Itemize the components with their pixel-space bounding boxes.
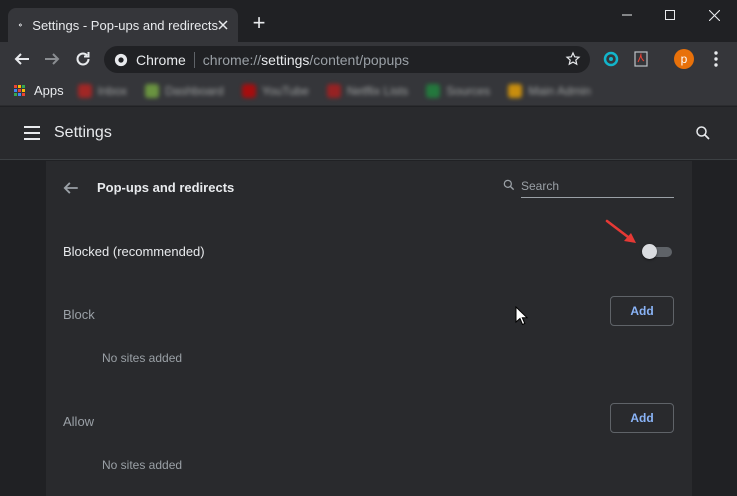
bookmark-favicon-icon: [77, 83, 92, 98]
bookmark-label: Inbox: [97, 83, 127, 98]
search-icon[interactable]: [694, 124, 712, 142]
bookmark-favicon-icon: [508, 83, 523, 98]
back-arrow-icon[interactable]: [62, 179, 80, 197]
bookmark-label: YouTube: [261, 83, 309, 98]
close-icon[interactable]: [218, 17, 228, 33]
bookmarks-bar: Apps Inbox Dashboard YouTube Netflix Lists S…: [0, 76, 737, 106]
bookmark-item[interactable]: Inbox: [77, 83, 127, 98]
profile-avatar[interactable]: p: [674, 49, 694, 69]
chrome-icon: [114, 53, 128, 66]
apps-grid-icon: [14, 85, 25, 96]
extension-icon[interactable]: [600, 48, 622, 70]
allow-empty-text: No sites added: [102, 458, 183, 472]
hamburger-icon[interactable]: [24, 126, 40, 140]
apps-shortcut[interactable]: Apps: [14, 83, 64, 98]
maximize-icon[interactable]: [655, 6, 685, 24]
bookmark-item[interactable]: Sources: [426, 83, 491, 98]
block-section-label: Block: [63, 307, 95, 322]
bookmark-item[interactable]: Main Admin: [508, 83, 591, 98]
bookmark-label: Sources: [446, 83, 491, 98]
bookmark-favicon-icon: [426, 83, 441, 98]
bookmark-favicon-icon: [326, 83, 341, 98]
bookmark-item[interactable]: Netflix Lists: [326, 83, 409, 98]
search-placeholder: Search: [521, 179, 560, 193]
annotation-arrow-icon: [605, 219, 636, 243]
toolbar: Chrome chrome://settings/content/popups …: [0, 42, 737, 76]
tab-settings[interactable]: Settings - Pop-ups and redirects: [8, 8, 238, 42]
bookmark-label: Dashboard: [165, 83, 224, 98]
bookmark-favicon-icon: [241, 83, 256, 98]
tab-title: Settings - Pop-ups and redirects: [32, 17, 218, 33]
bookmark-label: Main Admin: [528, 83, 591, 98]
forward-arrow-icon[interactable]: [40, 47, 64, 71]
blocked-label: Blocked (recommended): [63, 244, 205, 259]
pdf-extension-icon[interactable]: [630, 48, 652, 70]
more-menu-icon[interactable]: [705, 48, 727, 70]
toggle-knob: [642, 244, 657, 259]
url-text: chrome://settings/content/popups: [202, 51, 410, 68]
reload-icon[interactable]: [71, 47, 95, 71]
section-title: Pop-ups and redirects: [97, 180, 235, 195]
back-arrow-icon[interactable]: [10, 47, 34, 71]
bookmark-favicon-icon: [145, 83, 159, 98]
allow-add-button[interactable]: Add: [610, 403, 674, 433]
search-underline: [521, 197, 674, 198]
bookmark-item[interactable]: YouTube: [241, 83, 309, 98]
site-label: Chrome: [136, 51, 186, 68]
page-title: Settings: [54, 124, 112, 141]
window-close-icon[interactable]: [699, 6, 729, 24]
gear-icon: [18, 23, 22, 27]
settings-header: Settings: [0, 107, 737, 160]
bookmark-item[interactable]: Dashboard: [145, 83, 224, 98]
block-empty-text: No sites added: [102, 351, 183, 365]
block-add-button[interactable]: Add: [610, 296, 674, 326]
omnibox-divider: [193, 51, 195, 68]
apps-label: Apps: [34, 83, 64, 98]
minimize-icon[interactable]: [612, 6, 642, 24]
new-tab-button[interactable]: +: [248, 12, 270, 35]
bookmark-star-icon[interactable]: [562, 48, 584, 70]
search-icon: [503, 179, 515, 191]
allow-section-label: Allow: [63, 414, 95, 429]
tab-strip: Settings - Pop-ups and redirects +: [0, 0, 737, 42]
search-input[interactable]: Search: [502, 175, 674, 199]
mouse-cursor-icon: [515, 306, 529, 326]
popups-settings-card: Pop-ups and redirects Search Blocked (re…: [46, 161, 692, 496]
blocked-toggle[interactable]: [642, 243, 672, 259]
bookmark-label: Netflix Lists: [346, 83, 409, 98]
address-bar[interactable]: Chrome chrome://settings/content/popups: [104, 46, 590, 73]
